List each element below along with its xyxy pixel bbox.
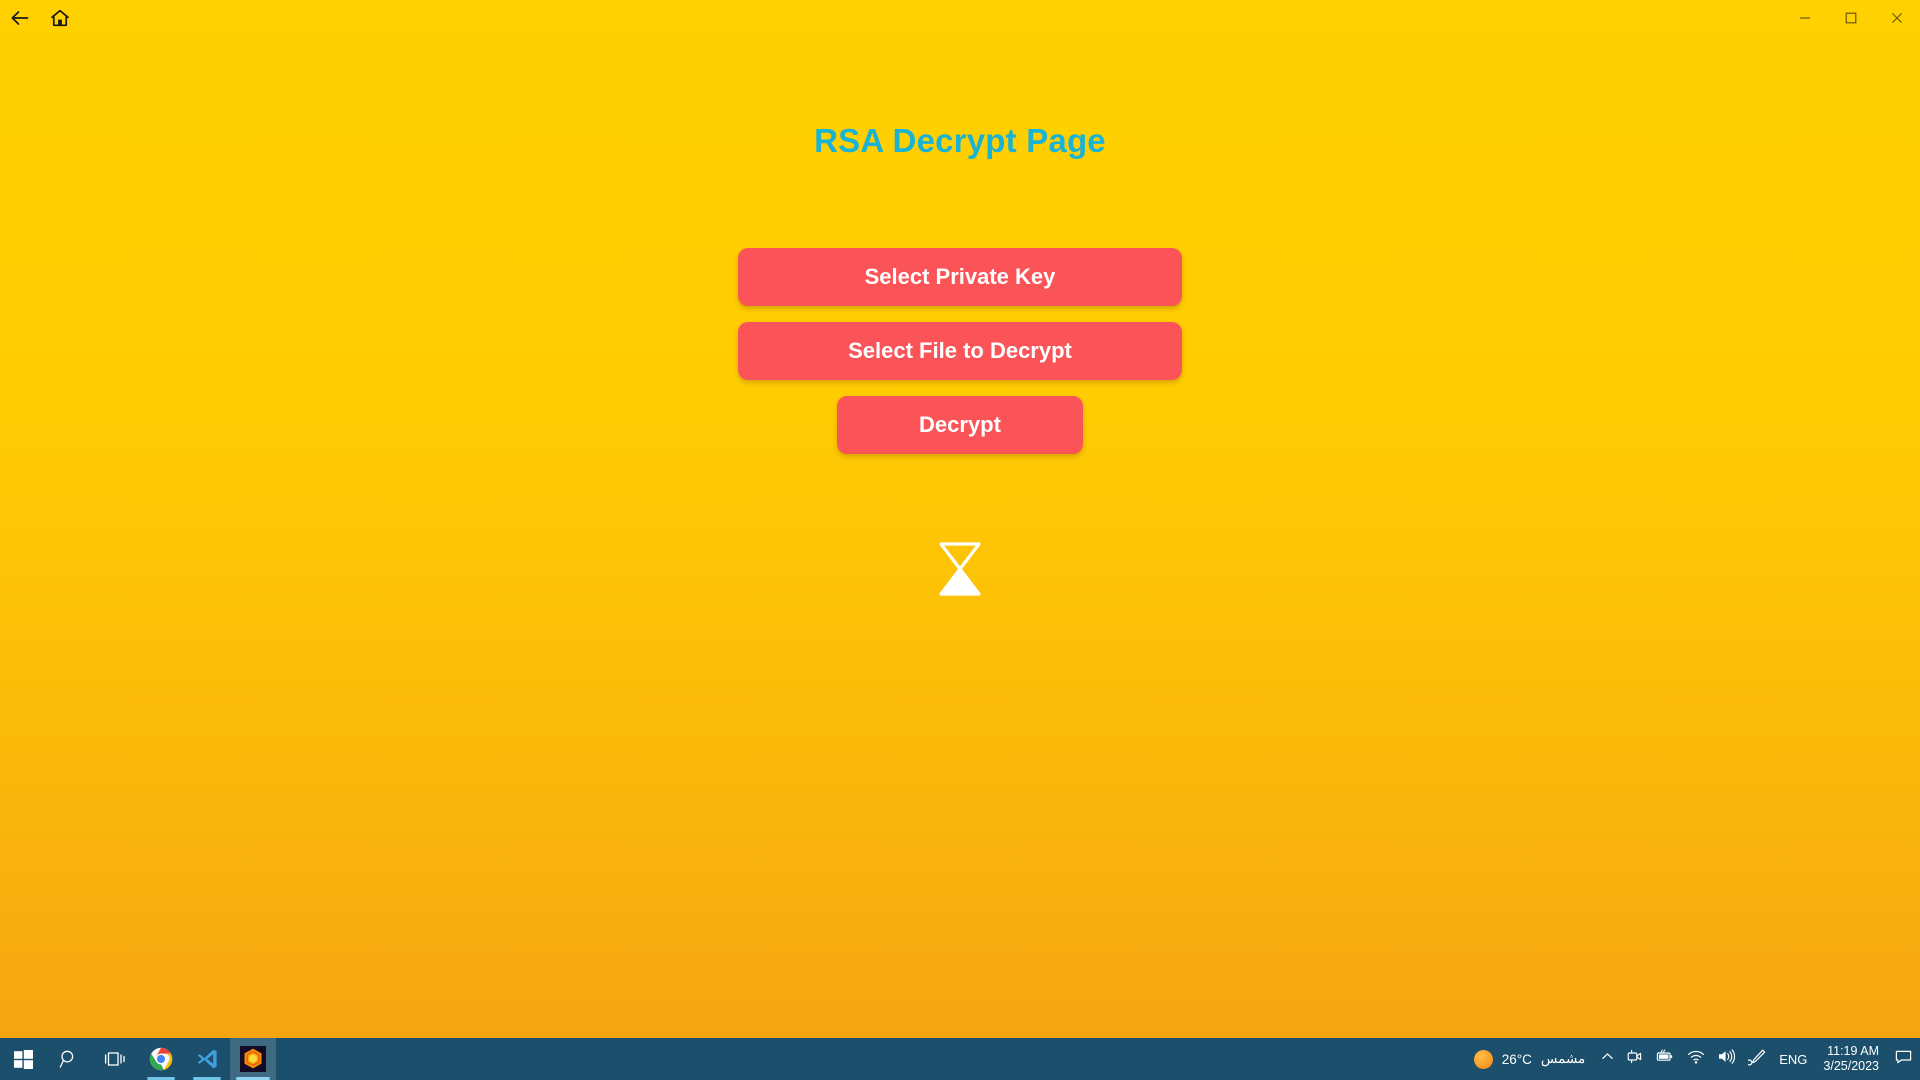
start-button[interactable] [0, 1038, 46, 1080]
sun-icon [1473, 1049, 1493, 1069]
weather-widget[interactable]: 26°C مشمس [1466, 1038, 1595, 1080]
notification-center-button[interactable] [1889, 1038, 1918, 1080]
minimize-button[interactable] [1782, 0, 1828, 36]
system-tray: 26°C مشمس ENG 11:19 AM 3/25/2023 [1466, 1038, 1920, 1080]
taskbar-apps [0, 1038, 276, 1080]
window-controls [1782, 0, 1920, 36]
battery-icon [1655, 1048, 1675, 1070]
maximize-icon [1845, 12, 1857, 24]
close-icon [1891, 12, 1903, 24]
chrome-icon [149, 1047, 173, 1071]
windows-logo-icon [13, 1049, 33, 1069]
pen-ink-icon [1746, 1048, 1767, 1071]
select-private-key-button[interactable]: Select Private Key [738, 248, 1182, 306]
arrow-left-icon [9, 7, 31, 29]
home-button[interactable] [40, 0, 80, 36]
show-hidden-icons-button[interactable] [1595, 1038, 1620, 1080]
volume-icon [1717, 1048, 1736, 1070]
action-button-stack: Select Private Key Select File to Decryp… [0, 248, 1920, 454]
chrome-button[interactable] [138, 1038, 184, 1080]
notification-center-icon [1895, 1049, 1912, 1070]
weather-temperature: 26°C [1501, 1051, 1532, 1067]
wifi-button[interactable] [1681, 1038, 1711, 1080]
weather-description: مشمس [1540, 1051, 1586, 1066]
maximize-button[interactable] [1828, 0, 1874, 36]
wifi-icon [1687, 1049, 1705, 1070]
vscode-button[interactable] [184, 1038, 230, 1080]
close-button[interactable] [1874, 0, 1920, 36]
battery-button[interactable] [1649, 1038, 1681, 1080]
task-view-button[interactable] [92, 1038, 138, 1080]
minimize-icon [1799, 12, 1811, 24]
volume-button[interactable] [1711, 1038, 1742, 1080]
language-indicator[interactable]: ENG [1773, 1038, 1813, 1080]
clock[interactable]: 11:19 AM 3/25/2023 [1813, 1038, 1889, 1080]
page-title: RSA Decrypt Page [814, 122, 1106, 159]
hourglass-icon [937, 540, 983, 598]
status-indicator [0, 540, 1920, 598]
back-button[interactable] [0, 0, 40, 36]
navigation-group [0, 0, 80, 36]
select-file-to-decrypt-button[interactable]: Select File to Decrypt [738, 322, 1182, 380]
camera-privacy-button[interactable] [1620, 1038, 1649, 1080]
chevron-up-icon [1601, 1050, 1614, 1068]
task-view-icon [104, 1049, 126, 1069]
search-icon [59, 1049, 79, 1069]
vscode-icon [195, 1047, 219, 1071]
clock-date: 3/25/2023 [1823, 1059, 1879, 1073]
hex-nut-app-icon [240, 1046, 266, 1072]
title-bar [0, 0, 1920, 36]
taskbar: 26°C مشمس ENG 11:19 AM 3/25/2023 [0, 1038, 1920, 1080]
camera-privacy-icon [1626, 1048, 1643, 1070]
app-button[interactable] [230, 1038, 276, 1080]
search-button[interactable] [46, 1038, 92, 1080]
clock-time: 11:19 AM [1827, 1043, 1879, 1058]
application-window: RSA Decrypt Page Select Private Key Sele… [0, 0, 1920, 1060]
home-icon [49, 7, 71, 29]
decrypt-button[interactable]: Decrypt [837, 396, 1083, 454]
pen-ink-button[interactable] [1742, 1038, 1773, 1080]
